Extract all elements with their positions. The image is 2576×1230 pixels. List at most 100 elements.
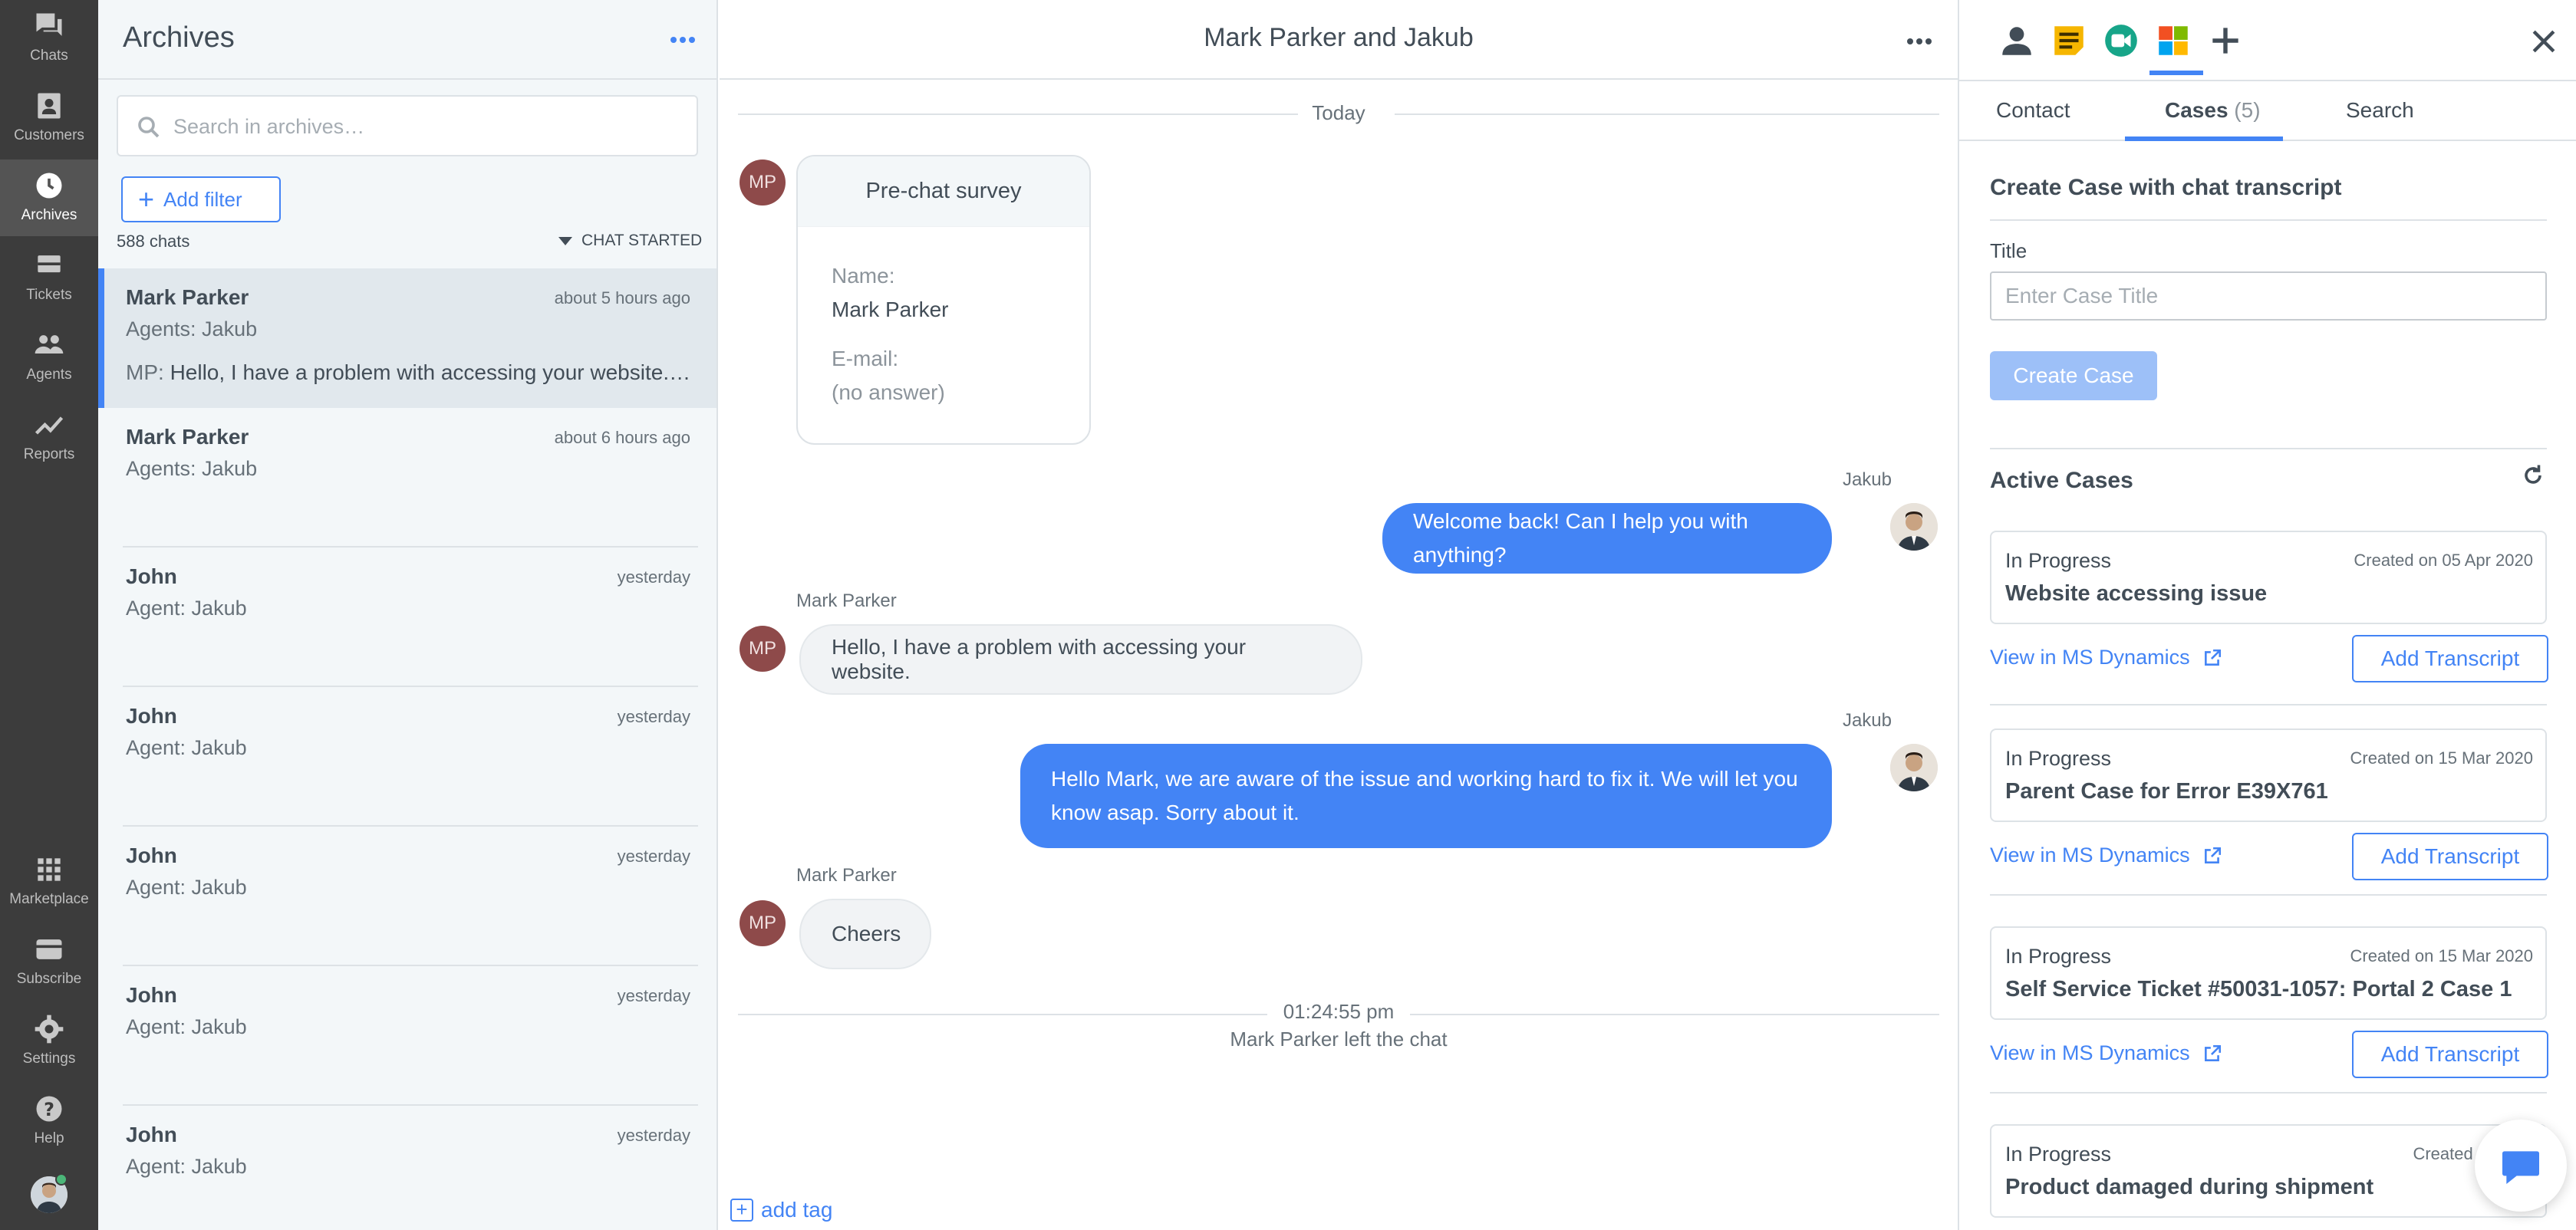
nav-label: Tickets [26,287,72,303]
add-transcript-button[interactable]: Add Transcript [2352,833,2548,880]
case-card[interactable]: In Progress Created on 20 J Product dama… [1990,1124,2547,1218]
add-transcript-button[interactable]: Add Transcript [2352,635,2548,682]
chat-title-customer: Mark Parker [1204,23,1346,52]
refresh-icon[interactable] [2519,462,2547,489]
search-input[interactable] [173,107,680,146]
microsoft-app-icon[interactable] [2154,21,2192,60]
chat-time: about 6 hours ago [554,428,690,447]
view-link-label: View in MS Dynamics [1990,646,2190,669]
chat-list-item[interactable]: John yesterday Agent: Jakub [98,1106,716,1230]
nav-item-settings[interactable]: Settings [0,1003,98,1080]
add-tag-label: add tag [761,1198,833,1222]
case-status: In Progress [2005,945,2112,968]
event-text: Mark Parker left the chat [1230,1028,1448,1051]
preview-sender: MP: [126,360,164,384]
case-title-input[interactable] [1990,271,2547,321]
chat-list-item[interactable]: John yesterday Agent: Jakub [98,827,716,966]
nav-item-agents[interactable]: Agents [0,319,98,396]
notes-app-icon[interactable] [2050,21,2088,60]
external-link-icon [2204,1044,2221,1061]
message-text-line: Hello Mark, we are aware of the issue an… [1051,767,1798,791]
agent-message: Hello Mark, we are aware of the issue an… [1020,744,1832,848]
survey-name-label: Name: [832,264,895,288]
customer-avatar: MP [740,160,786,206]
more-options-icon[interactable] [1902,25,1936,58]
tab-search[interactable]: Search [2346,98,2414,123]
add-filter-button[interactable]: + Add filter [121,176,281,222]
chat-list-item[interactable]: Mark Parker about 5 hours ago Agents: Ja… [98,268,716,408]
chat-agent: Agents: Jakub [126,317,258,340]
customer-name: John [126,844,177,867]
view-link-label: View in MS Dynamics [1990,844,2190,867]
chat-list-item[interactable]: John yesterday Agent: Jakub [98,966,716,1106]
archives-icon [36,173,62,199]
view-in-dynamics-link[interactable]: View in MS Dynamics [1990,844,2222,867]
reports-icon [35,416,64,435]
subscribe-icon [36,939,62,959]
chat-widget-button[interactable] [2475,1120,2567,1212]
customer-avatar: MP [740,900,786,946]
chat-list-item[interactable]: Mark Parker about 6 hours ago Agents: Ja… [98,408,716,548]
view-in-dynamics-link[interactable]: View in MS Dynamics [1990,1041,2222,1065]
chat-list-item[interactable]: John yesterday Agent: Jakub [98,548,716,687]
message-sender: Mark Parker [796,865,897,886]
tab-cases-count: (5) [2234,98,2261,122]
tab-contact[interactable]: Contact [1996,98,2070,123]
chat-title-agent: Jakub [1404,23,1474,52]
meet-app-icon[interactable] [2102,21,2140,60]
nav-item-tickets[interactable]: Tickets [0,239,98,316]
create-case-heading: Create Case with chat transcript [1990,175,2342,200]
section-divider [1990,704,2547,705]
agent-avatar [1890,744,1938,791]
plus-icon: + [138,183,155,215]
case-title: Product damaged during shipment [2005,1175,2374,1199]
chat-preview: MP: Hello, I have a problem with accessi… [126,360,693,385]
chat-time: yesterday [617,847,690,866]
archives-panel: Archives + Add filter 588 chats CHAT STA… [98,0,718,1230]
view-link-label: View in MS Dynamics [1990,1041,2190,1064]
chat-title: Mark Parker and Jakub [720,23,1958,53]
message-text: Hello, I have a problem with accessing y… [832,635,1247,683]
add-app-icon[interactable] [2206,21,2245,60]
close-icon[interactable] [2527,25,2561,58]
nav-item-customers[interactable]: Customers [0,80,98,156]
nav-item-subscribe[interactable]: Subscribe [0,923,98,1000]
message-text: Welcome back! Can I help you with anythi… [1413,509,1748,567]
nav-label: Customers [14,127,84,143]
nav-label: Reports [23,446,75,462]
customer-name: Mark Parker [126,285,249,309]
case-card[interactable]: In Progress Created on 15 Mar 2020 Paren… [1990,728,2547,822]
chat-list-item[interactable]: John yesterday Agent: Jakub [98,687,716,827]
more-options-icon[interactable] [666,23,700,57]
nav-label: Help [34,1130,64,1146]
case-card[interactable]: In Progress Created on 05 Apr 2020 Websi… [1990,531,2547,624]
pre-chat-survey-card: Pre-chat survey Name: Mark Parker E-mail… [796,155,1091,445]
customer-message: Hello, I have a problem with accessing y… [799,624,1362,695]
nav-item-help[interactable]: ? Help [0,1083,98,1159]
app-toolbar [1959,0,2576,80]
tab-cases-label: Cases [2165,98,2228,122]
nav-label: Archives [21,207,77,223]
nav-item-reports[interactable]: Reports [0,399,98,475]
customer-avatar: MP [740,626,786,672]
view-in-dynamics-link[interactable]: View in MS Dynamics [1990,646,2222,669]
active-cases-heading: Active Cases [1990,468,2133,493]
search-icon [138,117,160,138]
external-link-icon [2204,649,2221,666]
chat-agent: Agents: Jakub [126,457,258,480]
case-card[interactable]: In Progress Created on 15 Mar 2020 Self … [1990,926,2547,1020]
nav-item-chats[interactable]: Chats [0,0,98,77]
chat-header: Mark Parker and Jakub [720,0,1958,80]
create-case-button[interactable]: Create Case [1990,351,2157,400]
chat-agent: Agent: Jakub [126,1155,247,1178]
sort-dropdown[interactable]: CHAT STARTED [558,232,702,250]
nav-label: Chats [30,48,68,64]
chat-agent: Agent: Jakub [126,1015,247,1038]
tab-cases[interactable]: Cases (5) [2165,98,2261,123]
help-icon: ? [36,1096,62,1122]
add-transcript-button[interactable]: Add Transcript [2352,1031,2548,1078]
nav-item-marketplace[interactable]: Marketplace [0,844,98,920]
nav-item-archives[interactable]: Archives [0,160,98,236]
add-tag-button[interactable]: + add tag [730,1198,832,1222]
contact-app-icon[interactable] [1998,21,2036,60]
